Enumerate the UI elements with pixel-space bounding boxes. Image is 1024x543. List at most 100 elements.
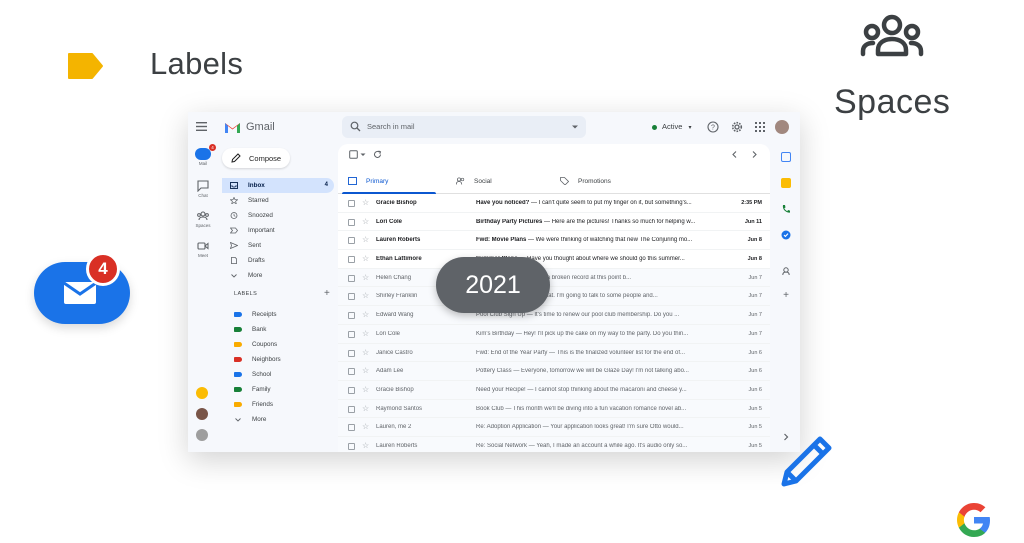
search-options-icon[interactable] — [572, 124, 578, 130]
email-row[interactable]: ☆ Lori Cole Birthday Party Pictures — Here… — [338, 212, 770, 232]
star-icon[interactable]: ☆ — [362, 198, 369, 208]
email-row[interactable]: ☆ Lauren Roberts Re: Social Network — Yeah… — [338, 436, 770, 452]
contact-avatar[interactable] — [196, 429, 208, 441]
row-checkbox[interactable] — [348, 312, 355, 320]
rail-item-chat[interactable]: Chat — [188, 180, 218, 198]
search-input[interactable]: Search in mail — [367, 122, 415, 131]
row-checkbox[interactable] — [348, 349, 355, 357]
email-row[interactable]: ☆ Raymond Santos Book Club — This month we… — [338, 399, 770, 419]
star-icon[interactable]: ☆ — [362, 348, 369, 358]
apps-grid-icon[interactable] — [754, 121, 766, 133]
inbox-icon — [230, 182, 238, 189]
star-icon[interactable]: ☆ — [362, 217, 369, 227]
folder-label: Snoozed — [248, 212, 273, 219]
rail-item-mail[interactable]: 4 Mail — [188, 144, 218, 166]
email-row[interactable]: ☆ Lori Cole Kim's Birthday — Hey! I'll pic… — [338, 324, 770, 344]
folder-inbox[interactable]: Inbox 4 — [222, 178, 334, 193]
star-icon[interactable]: ☆ — [362, 329, 369, 339]
row-checkbox[interactable] — [348, 442, 355, 450]
star-icon[interactable]: ☆ — [362, 310, 369, 320]
contacts-icon[interactable] — [781, 266, 791, 276]
star-icon[interactable]: ☆ — [362, 291, 369, 301]
row-checkbox[interactable] — [348, 405, 355, 413]
row-checkbox[interactable] — [348, 386, 355, 394]
email-sender: Edward Wang — [376, 312, 414, 319]
rail-item-meet[interactable]: Meet — [188, 240, 218, 258]
tab-social[interactable]: Social — [446, 168, 546, 194]
email-row[interactable]: ☆ Gracie Bishop Need your Recipe! — I cann… — [338, 380, 770, 400]
settings-gear-icon[interactable] — [731, 121, 743, 133]
star-icon[interactable]: ☆ — [362, 366, 369, 376]
label-item-receipts[interactable]: Receipts — [222, 307, 334, 322]
label-name: More — [252, 416, 267, 423]
star-icon[interactable]: ☆ — [362, 254, 369, 264]
email-row[interactable]: ☆Shirley FranklinUpdate — I didn't reali… — [338, 287, 770, 307]
status-selector[interactable]: Active ▾ — [652, 122, 691, 131]
account-avatar[interactable] — [775, 120, 789, 134]
calendar-icon[interactable] — [781, 152, 791, 162]
row-checkbox[interactable] — [348, 256, 355, 264]
folder-more[interactable]: More — [222, 268, 334, 283]
star-icon[interactable]: ☆ — [362, 422, 369, 432]
star-icon[interactable]: ☆ — [362, 273, 369, 283]
select-all-checkbox[interactable] — [349, 150, 358, 159]
label-item-neighbors[interactable]: Neighbors — [222, 352, 334, 367]
phone-icon[interactable] — [781, 204, 791, 214]
main-menu-icon[interactable] — [196, 122, 207, 131]
search-bar[interactable]: Search in mail — [342, 116, 586, 138]
row-checkbox[interactable] — [348, 424, 355, 432]
email-row[interactable]: ☆ Adam Lee Pottery Class — Everyone, tomor… — [338, 362, 770, 381]
tab-promotions[interactable]: Promotions — [550, 168, 650, 194]
label-item-friends[interactable]: Friends — [222, 397, 334, 412]
label-item-bank[interactable]: Bank — [222, 322, 334, 337]
email-row[interactable]: ☆ Janice Castro Fwd: End of the Year Party… — [338, 343, 770, 363]
row-checkbox[interactable] — [348, 330, 355, 338]
compose-button[interactable]: Compose — [222, 148, 290, 168]
refresh-icon[interactable] — [373, 150, 382, 159]
select-menu-chevron-icon[interactable] — [360, 150, 366, 159]
row-checkbox[interactable] — [348, 368, 355, 376]
star-icon[interactable]: ☆ — [362, 404, 369, 414]
search-icon[interactable] — [350, 121, 361, 132]
contact-avatar[interactable] — [196, 408, 208, 420]
email-row[interactable]: ☆ Gracie Bishop Have you noticed? — I can'… — [338, 194, 770, 213]
tasks-icon[interactable] — [781, 230, 791, 240]
label-item-more[interactable]: More — [222, 412, 334, 427]
email-snippet: — Here are the pictures! Thanks so much … — [542, 218, 696, 225]
email-row[interactable]: ☆Ethan LattimoreSummer Plans — Have you … — [338, 250, 770, 269]
row-checkbox[interactable] — [348, 218, 355, 226]
label-item-coupons[interactable]: Coupons — [222, 337, 334, 352]
row-checkbox[interactable] — [348, 200, 355, 207]
folder-important[interactable]: Important — [222, 223, 334, 238]
chat-icon — [197, 180, 209, 192]
folder-drafts[interactable]: Drafts — [222, 253, 334, 268]
email-row[interactable]: ☆ Edward Wang Pool Club Sign Up — It's tim… — [338, 306, 770, 325]
older-chevron-right-icon[interactable] — [750, 150, 759, 159]
gmail-logo-icon[interactable] — [224, 121, 241, 134]
email-sender: Lauren Roberts — [376, 442, 418, 449]
label-tag-icon — [234, 387, 242, 392]
tab-primary[interactable]: Primary — [338, 168, 438, 194]
help-icon[interactable]: ? — [707, 121, 719, 133]
add-addon-icon[interactable]: + — [781, 291, 791, 301]
star-icon[interactable]: ☆ — [362, 385, 369, 395]
folder-starred[interactable]: Starred — [222, 193, 334, 208]
row-checkbox[interactable] — [348, 237, 355, 245]
contact-avatar[interactable] — [196, 387, 208, 399]
label-item-school[interactable]: School — [222, 367, 334, 382]
row-checkbox[interactable] — [348, 293, 355, 301]
folder-snoozed[interactable]: Snoozed — [222, 208, 334, 223]
row-checkbox[interactable] — [348, 274, 355, 282]
email-row[interactable]: ☆ Lauren Roberts Fwd: Movie Plans — We wer… — [338, 231, 770, 251]
rail-item-spaces[interactable]: Spaces — [188, 210, 218, 228]
add-label-icon[interactable]: + — [324, 288, 330, 299]
star-icon[interactable]: ☆ — [362, 235, 369, 245]
chevron-down-icon: ▾ — [688, 125, 692, 131]
keep-icon[interactable] — [781, 178, 791, 188]
star-icon[interactable]: ☆ — [362, 441, 369, 451]
folder-sent[interactable]: Sent — [222, 238, 334, 253]
newer-chevron-left-icon[interactable] — [730, 150, 739, 159]
email-row[interactable]: ☆ Lauren, me 2 Re: Adoption Application — … — [338, 418, 770, 437]
label-item-family[interactable]: Family — [222, 382, 334, 397]
email-row[interactable]: ☆Helen ChangHi — Hi, I must sound like a… — [338, 268, 770, 288]
